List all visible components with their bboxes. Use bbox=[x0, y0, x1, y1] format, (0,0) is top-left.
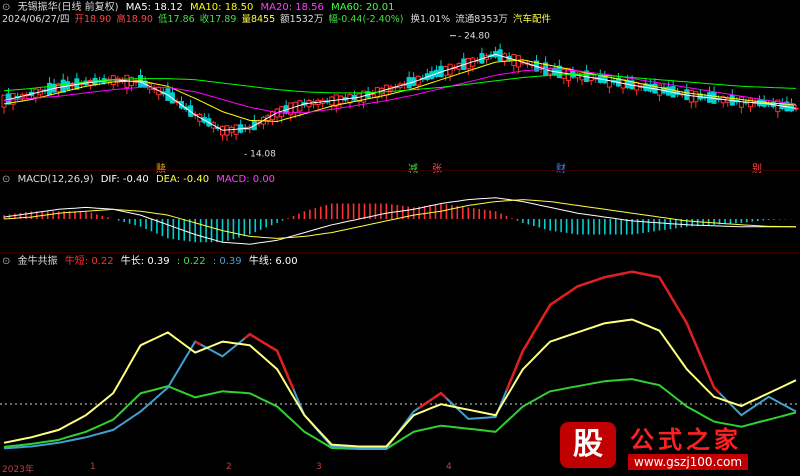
x-tick-label: 4 bbox=[446, 462, 452, 472]
chart-canvas[interactable]: - 24.80 - 14.08 bbox=[0, 0, 800, 476]
watermark-title: 公式之家 bbox=[630, 425, 742, 454]
dif-line bbox=[3, 197, 796, 245]
watermark-badge: 股 bbox=[560, 422, 616, 468]
bull-short-red-segment bbox=[418, 391, 448, 409]
watermark: 股 公式之家 www.gszj100.com bbox=[560, 420, 800, 476]
x-tick-label: 2 bbox=[226, 462, 232, 472]
low-label: - 14.08 bbox=[244, 150, 276, 160]
dea-line bbox=[3, 199, 797, 239]
bull-short-red-segment bbox=[505, 270, 721, 394]
x-tick-label: 1 bbox=[90, 462, 96, 472]
candle-body bbox=[1, 94, 7, 108]
x-tick-label: 2023年 bbox=[2, 465, 34, 475]
x-tick-label: 3 bbox=[316, 462, 322, 472]
watermark-url: www.gszj100.com bbox=[628, 454, 749, 470]
high-label: - 24.80 bbox=[458, 32, 490, 42]
bull-short-red-segment bbox=[194, 340, 202, 346]
